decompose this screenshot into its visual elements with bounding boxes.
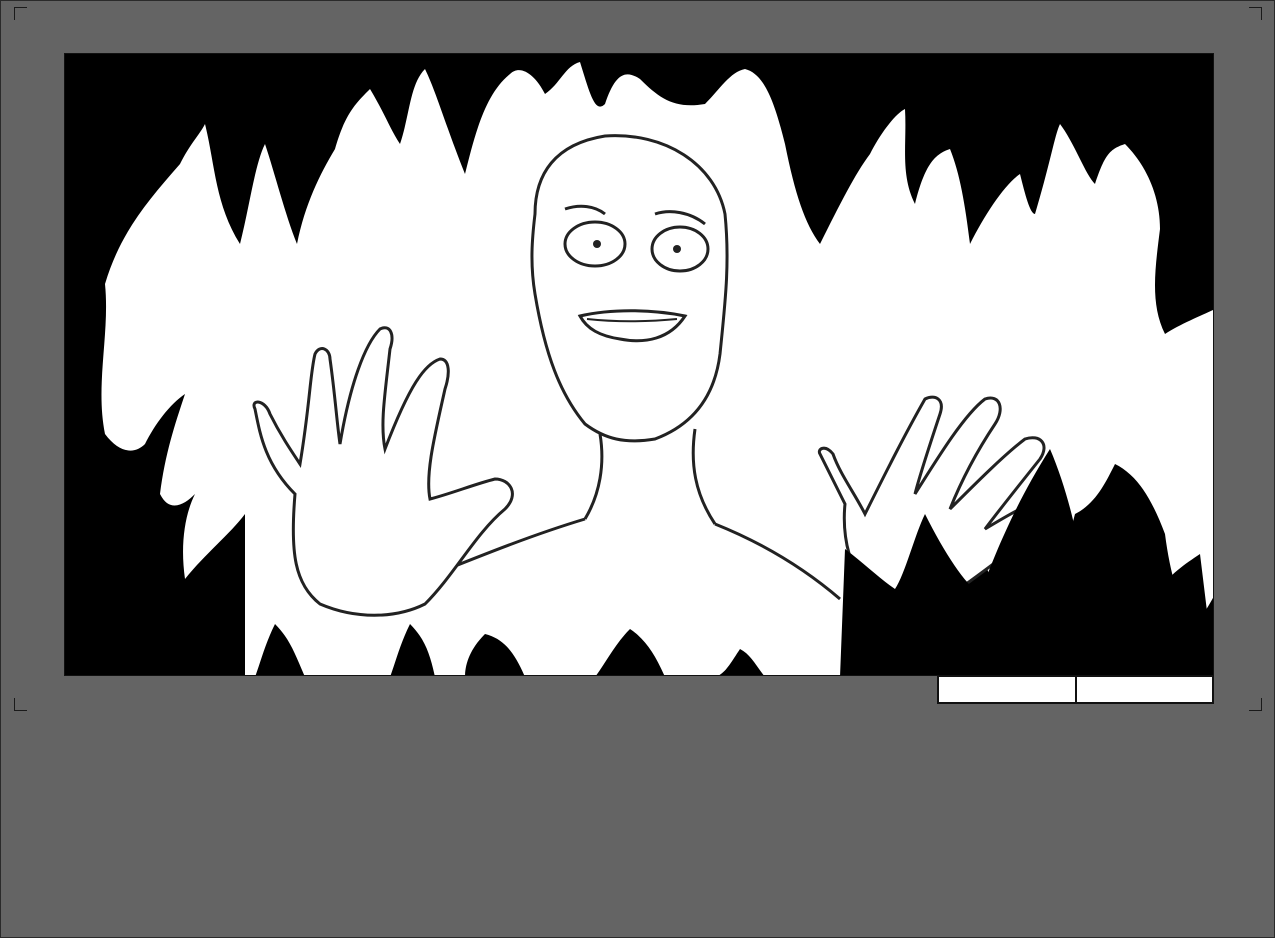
panel-info-strip [937,676,1214,704]
figure-left-pupil [593,240,601,248]
crop-mark-bottom-left-icon [14,698,27,711]
figure-right-pupil [673,245,681,253]
panel-artwork [65,62,1213,675]
panel-duration-field[interactable] [1074,677,1212,702]
storyboard-panel[interactable] [64,53,1214,676]
panel-number-field[interactable] [939,677,1075,702]
crop-mark-top-right-icon [1249,7,1262,20]
foreground-flame-left [65,514,195,675]
crop-mark-bottom-right-icon [1249,698,1262,711]
crop-mark-top-left-icon [14,7,27,20]
